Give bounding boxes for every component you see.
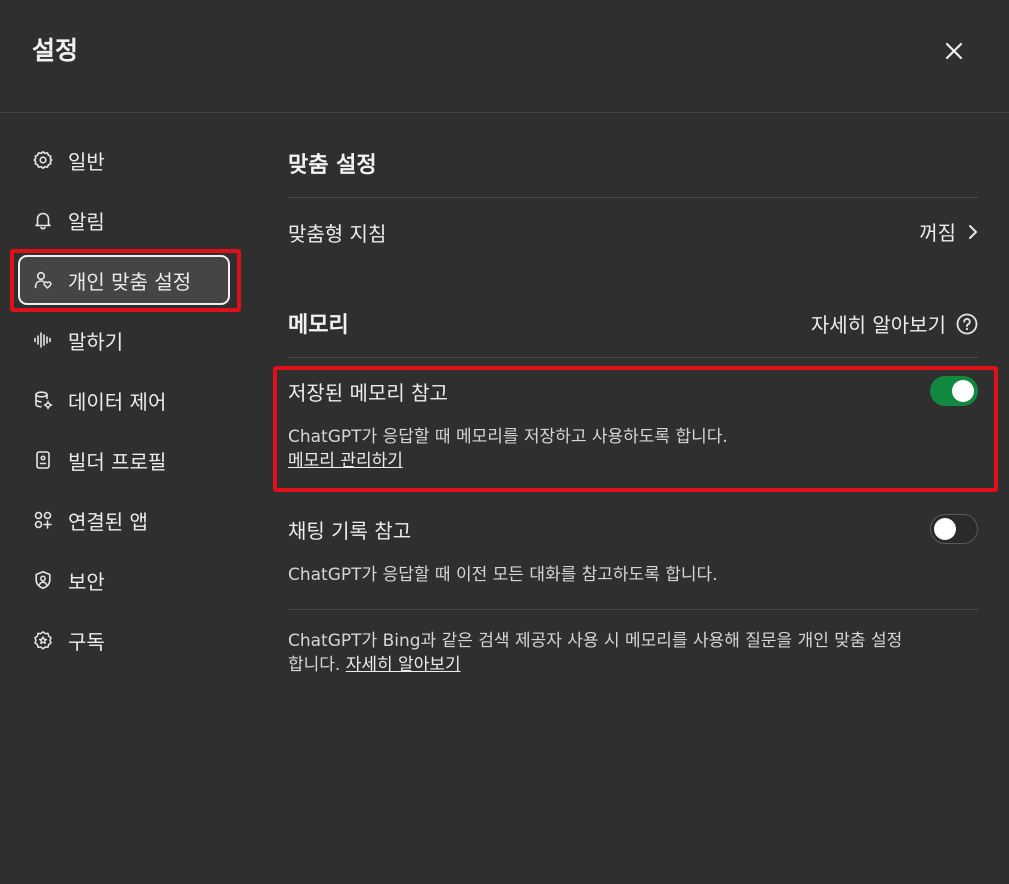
chat-history-label: 채팅 기록 참고	[288, 519, 412, 543]
chevron-right-icon	[968, 224, 978, 240]
badge-star-icon	[32, 629, 54, 651]
sidebar-item-connected-apps[interactable]: 연결된 앱	[18, 495, 230, 545]
id-badge-icon	[32, 449, 54, 471]
divider	[288, 357, 978, 358]
sidebar-item-label: 개인 맞춤 설정	[68, 269, 192, 294]
custom-instructions-label: 맞춤형 지침	[288, 222, 387, 246]
manage-memory-link[interactable]: 메모리 관리하기	[288, 451, 403, 471]
sidebar-item-label: 알림	[68, 209, 105, 234]
sidebar-item-label: 보안	[68, 569, 105, 594]
section-title-memory: 메모리	[288, 313, 349, 338]
bell-icon	[32, 209, 54, 231]
sidebar-item-label: 일반	[68, 149, 105, 174]
person-heart-icon	[32, 269, 54, 291]
saved-memory-label: 저장된 메모리 참고	[288, 381, 448, 405]
section-title-personalization: 맞춤 설정	[288, 153, 377, 178]
footer-learn-more-link[interactable]: 자세히 알아보기	[346, 655, 461, 675]
sidebar-item-label: 말하기	[68, 329, 124, 354]
sidebar-item-builder-profile[interactable]: 빌더 프로필	[18, 435, 230, 485]
divider	[288, 197, 978, 198]
gear-icon	[32, 149, 54, 171]
divider	[288, 609, 978, 610]
toggle-knob	[952, 380, 974, 402]
memory-learn-more-button[interactable]: 자세히 알아보기	[811, 309, 978, 338]
sidebar-item-label: 구독	[68, 629, 105, 654]
close-button[interactable]	[936, 33, 972, 69]
saved-memory-toggle[interactable]	[930, 376, 978, 406]
memory-learn-more-label: 자세히 알아보기	[810, 313, 946, 337]
close-icon	[945, 42, 963, 60]
search-memory-footer: ChatGPT가 Bing과 같은 검색 제공자 사용 시 메모리를 사용해 질…	[288, 629, 908, 677]
chat-history-description: ChatGPT가 응답할 때 이전 모든 대화를 참고하도록 합니다.	[288, 565, 718, 585]
question-circle-icon	[956, 313, 978, 335]
custom-instructions-button[interactable]: 꺼짐	[919, 217, 978, 246]
dialog-title: 설정	[32, 36, 79, 65]
dialog-header: 설정	[0, 0, 1009, 113]
saved-memory-description-text: ChatGPT가 응답할 때 메모리를 저장하고 사용하도록 합니다.	[288, 427, 728, 447]
saved-memory-description: ChatGPT가 응답할 때 메모리를 저장하고 사용하도록 합니다. 메모리 …	[288, 425, 928, 473]
sidebar-item-data-controls[interactable]: 데이터 제어	[18, 375, 230, 425]
settings-dialog: 설정 일반 알림 개인 맞춤 설정 말하기 데이터 제어 빌더 프로필 연결된 …	[0, 0, 1009, 884]
sidebar-item-label: 연결된 앱	[68, 509, 148, 534]
sidebar-item-security[interactable]: 보안	[18, 555, 230, 605]
sidebar-item-notifications[interactable]: 알림	[18, 195, 230, 245]
sidebar-item-subscription[interactable]: 구독	[18, 615, 230, 665]
waveform-icon	[32, 329, 54, 351]
sidebar-item-label: 데이터 제어	[68, 389, 167, 414]
custom-instructions-value: 꺼짐	[919, 221, 956, 245]
sidebar-item-personalization[interactable]: 개인 맞춤 설정	[18, 255, 230, 305]
sidebar-item-label: 빌더 프로필	[68, 449, 167, 474]
database-gear-icon	[32, 389, 54, 411]
shield-person-icon	[32, 569, 54, 591]
settings-sidebar: 일반 알림 개인 맞춤 설정 말하기 데이터 제어 빌더 프로필 연결된 앱 보…	[0, 113, 250, 884]
toggle-knob	[934, 518, 956, 540]
sidebar-item-speech[interactable]: 말하기	[18, 315, 230, 365]
chat-history-toggle[interactable]	[930, 514, 978, 544]
apps-grid-icon	[32, 509, 54, 531]
sidebar-item-general[interactable]: 일반	[18, 135, 230, 185]
